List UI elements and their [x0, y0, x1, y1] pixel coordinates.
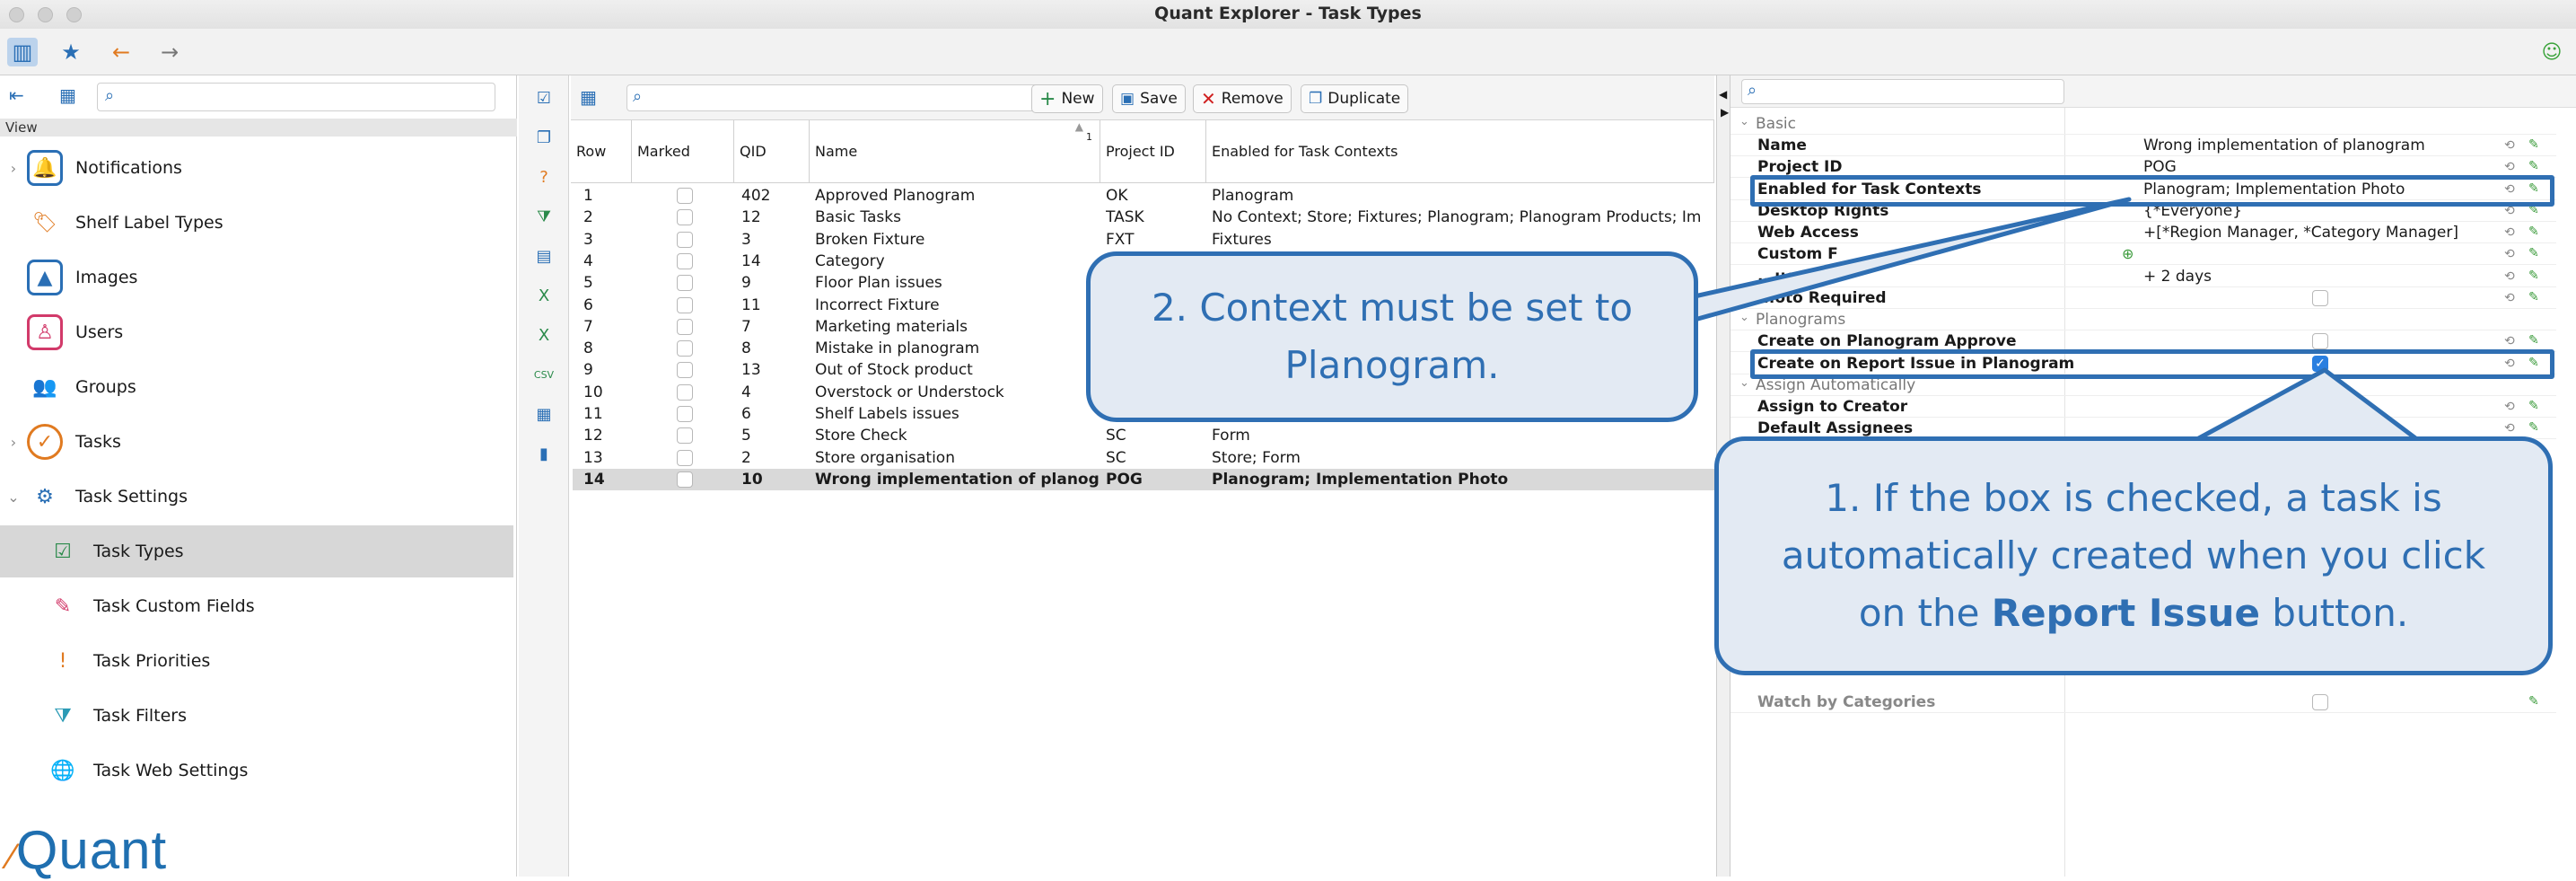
checkbox-callout: 1. If the box is checked, a task is auto…: [1714, 436, 2553, 675]
context-callout: 2. Context must be set to Planogram.: [1086, 251, 1698, 422]
